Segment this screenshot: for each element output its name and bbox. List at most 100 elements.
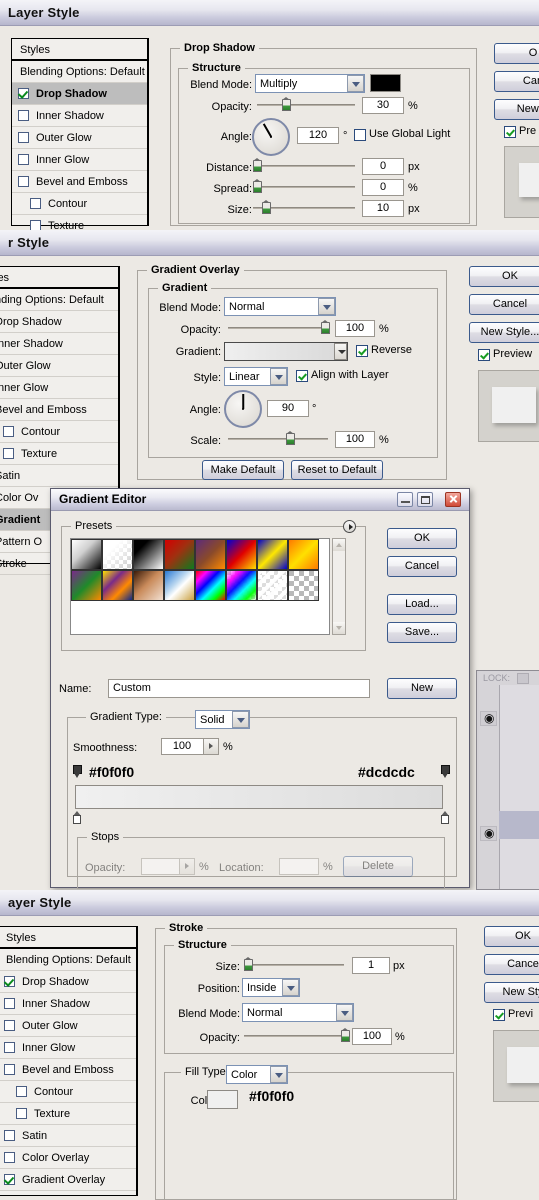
opacity-slider-panel2[interactable] [228,320,330,334]
gradient-type-select[interactable]: Solid [195,710,250,729]
gradient-color-stop-right[interactable] [441,765,450,779]
chevron-down-icon[interactable] [270,368,287,385]
presets-menu-arrow-icon[interactable] [343,520,356,533]
preset-violet-orange[interactable] [195,539,226,570]
gradient-opacity-stop-right[interactable] [440,811,450,825]
sidebar-item-gradient-overlay[interactable]: Gradient Overlay [0,1169,136,1191]
new-style-button-panel1[interactable]: New S [494,99,539,120]
new-style-button-panel2[interactable]: New Style... [469,322,539,343]
opacity-input-panel1[interactable]: 30 [362,97,404,114]
preset-chrome[interactable] [164,570,195,601]
preset-checkerboard[interactable] [288,570,319,601]
align-with-layer-checkbox[interactable]: Align with Layer [296,369,389,382]
presets-grid[interactable] [70,538,330,635]
preset-transparent-rainbow[interactable] [226,570,257,601]
checkbox-inner-glow[interactable] [4,1042,15,1053]
checkbox-box[interactable] [504,126,516,138]
slider-knob[interactable] [253,158,262,172]
preset-copper[interactable] [133,570,164,601]
blend-mode-select-panel1[interactable]: Multiply [255,74,365,93]
layers-lock-toggle[interactable] [517,673,529,684]
stops-opacity-input[interactable] [141,858,195,875]
slider-knob[interactable] [286,431,295,445]
chevron-down-icon[interactable] [270,1066,287,1083]
sidebar-item-drop-shadow[interactable]: Drop Shadow [0,971,136,993]
ok-button-panel2[interactable]: OK [469,266,539,287]
sidebar-item-blending-options[interactable]: nding Options: Default [0,289,118,311]
checkbox-texture[interactable] [16,1108,27,1119]
position-select-panel3[interactable]: Inside [242,978,300,997]
preset-blue-yellow-blue[interactable] [257,539,288,570]
style-select-panel2[interactable]: Linear [224,367,288,386]
angle-input-panel1[interactable]: 120 [297,127,339,144]
checkbox-outer-glow[interactable] [4,1020,15,1031]
checkbox-drop-shadow[interactable] [18,88,29,99]
sidebar-item-inner-glow[interactable]: Inner Glow [12,149,147,171]
slider-knob[interactable] [321,320,330,334]
smoothness-dropdown-arrow-icon[interactable] [203,739,218,754]
sidebar-item-bevel-and-emboss[interactable]: Bevel and Emboss [12,171,147,193]
preset-black-white[interactable] [133,539,164,570]
sidebar-item-inner-shadow[interactable]: Inner Shadow [0,993,136,1015]
sidebar-item-outer-glow[interactable]: Outer Glow [12,127,147,149]
layer-row-selected[interactable] [499,811,539,839]
gradient-picker-panel2[interactable] [224,342,348,361]
opacity-slider-panel3[interactable] [244,1028,350,1042]
checkbox-box[interactable] [354,129,366,141]
stops-location-input[interactable] [279,858,319,875]
sidebar-item-inner-glow[interactable]: Inner Glow [0,377,118,399]
gradient-opacity-stop-left[interactable] [72,811,82,825]
cancel-button-panel3[interactable]: Cance [484,954,539,975]
sidebar-item-blending-options[interactable]: Blending Options: Default [0,949,136,971]
ok-button-panel1[interactable]: O [494,43,539,64]
sidebar-item-satin[interactable]: Satin [0,1125,136,1147]
opacity-input-panel2[interactable]: 100 [335,320,375,337]
make-default-button[interactable]: Make Default [202,460,284,480]
distance-input-panel1[interactable]: 0 [362,158,404,175]
slider-knob[interactable] [262,200,271,214]
checkbox-box[interactable] [296,370,308,382]
preset-foreground-to-background[interactable] [71,539,102,570]
blend-mode-select-panel3[interactable]: Normal [242,1003,354,1022]
preset-violet-green-orange[interactable] [71,570,102,601]
checkbox-contour[interactable] [16,1086,27,1097]
checkbox-box[interactable] [493,1009,505,1021]
sidebar-item-drop-shadow[interactable]: Drop Shadow [0,311,118,333]
cancel-button-panel2[interactable]: Cancel [469,294,539,315]
reverse-checkbox[interactable]: Reverse [356,344,412,357]
gradient-color-stop-left[interactable] [73,765,82,779]
use-global-light-checkbox[interactable]: Use Global Light [354,128,450,141]
scale-slider-panel2[interactable] [228,431,328,445]
name-input[interactable]: Custom [108,679,370,698]
checkbox-inner-glow[interactable] [18,154,29,165]
slider-knob[interactable] [244,957,253,971]
slider-knob[interactable] [341,1028,350,1042]
size-input-panel3[interactable]: 1 [352,957,390,974]
opacity-slider-panel1[interactable] [257,97,355,111]
checkbox-box[interactable] [478,349,490,361]
stops-delete-button[interactable]: Delete [343,856,413,877]
angle-dial-panel1[interactable] [252,118,290,156]
preset-spectrum[interactable] [195,570,226,601]
chevron-down-icon[interactable] [336,1004,353,1021]
stops-opacity-dropdown-arrow-icon[interactable] [179,859,194,874]
sidebar-item-outer-glow[interactable]: Outer Glow [0,355,118,377]
checkbox-contour[interactable] [3,426,14,437]
preset-orange-yellow-orange[interactable] [288,539,319,570]
fill-type-select[interactable]: Color [226,1065,288,1084]
ok-button-panel3[interactable]: OK [484,926,539,947]
chevron-down-icon[interactable] [347,75,364,92]
layer-visibility-eye-icon-2[interactable] [480,826,497,841]
checkbox-satin[interactable] [4,1130,15,1141]
preset-foreground-to-transparent[interactable] [102,539,133,570]
presets-scrollbar[interactable] [332,538,346,635]
titlebar-panel1[interactable]: Layer Style [0,0,539,26]
slider-knob[interactable] [282,97,291,111]
styles-list-panel3[interactable]: Styles Blending Options: Default Drop Sh… [0,926,138,1196]
shadow-color-swatch[interactable] [370,74,401,92]
chevron-down-icon[interactable] [232,711,249,728]
close-icon[interactable] [445,492,461,507]
ge-save-button[interactable]: Save... [387,622,457,643]
size-input-panel1[interactable]: 10 [362,200,404,217]
sidebar-item-texture[interactable]: Texture [0,443,118,465]
